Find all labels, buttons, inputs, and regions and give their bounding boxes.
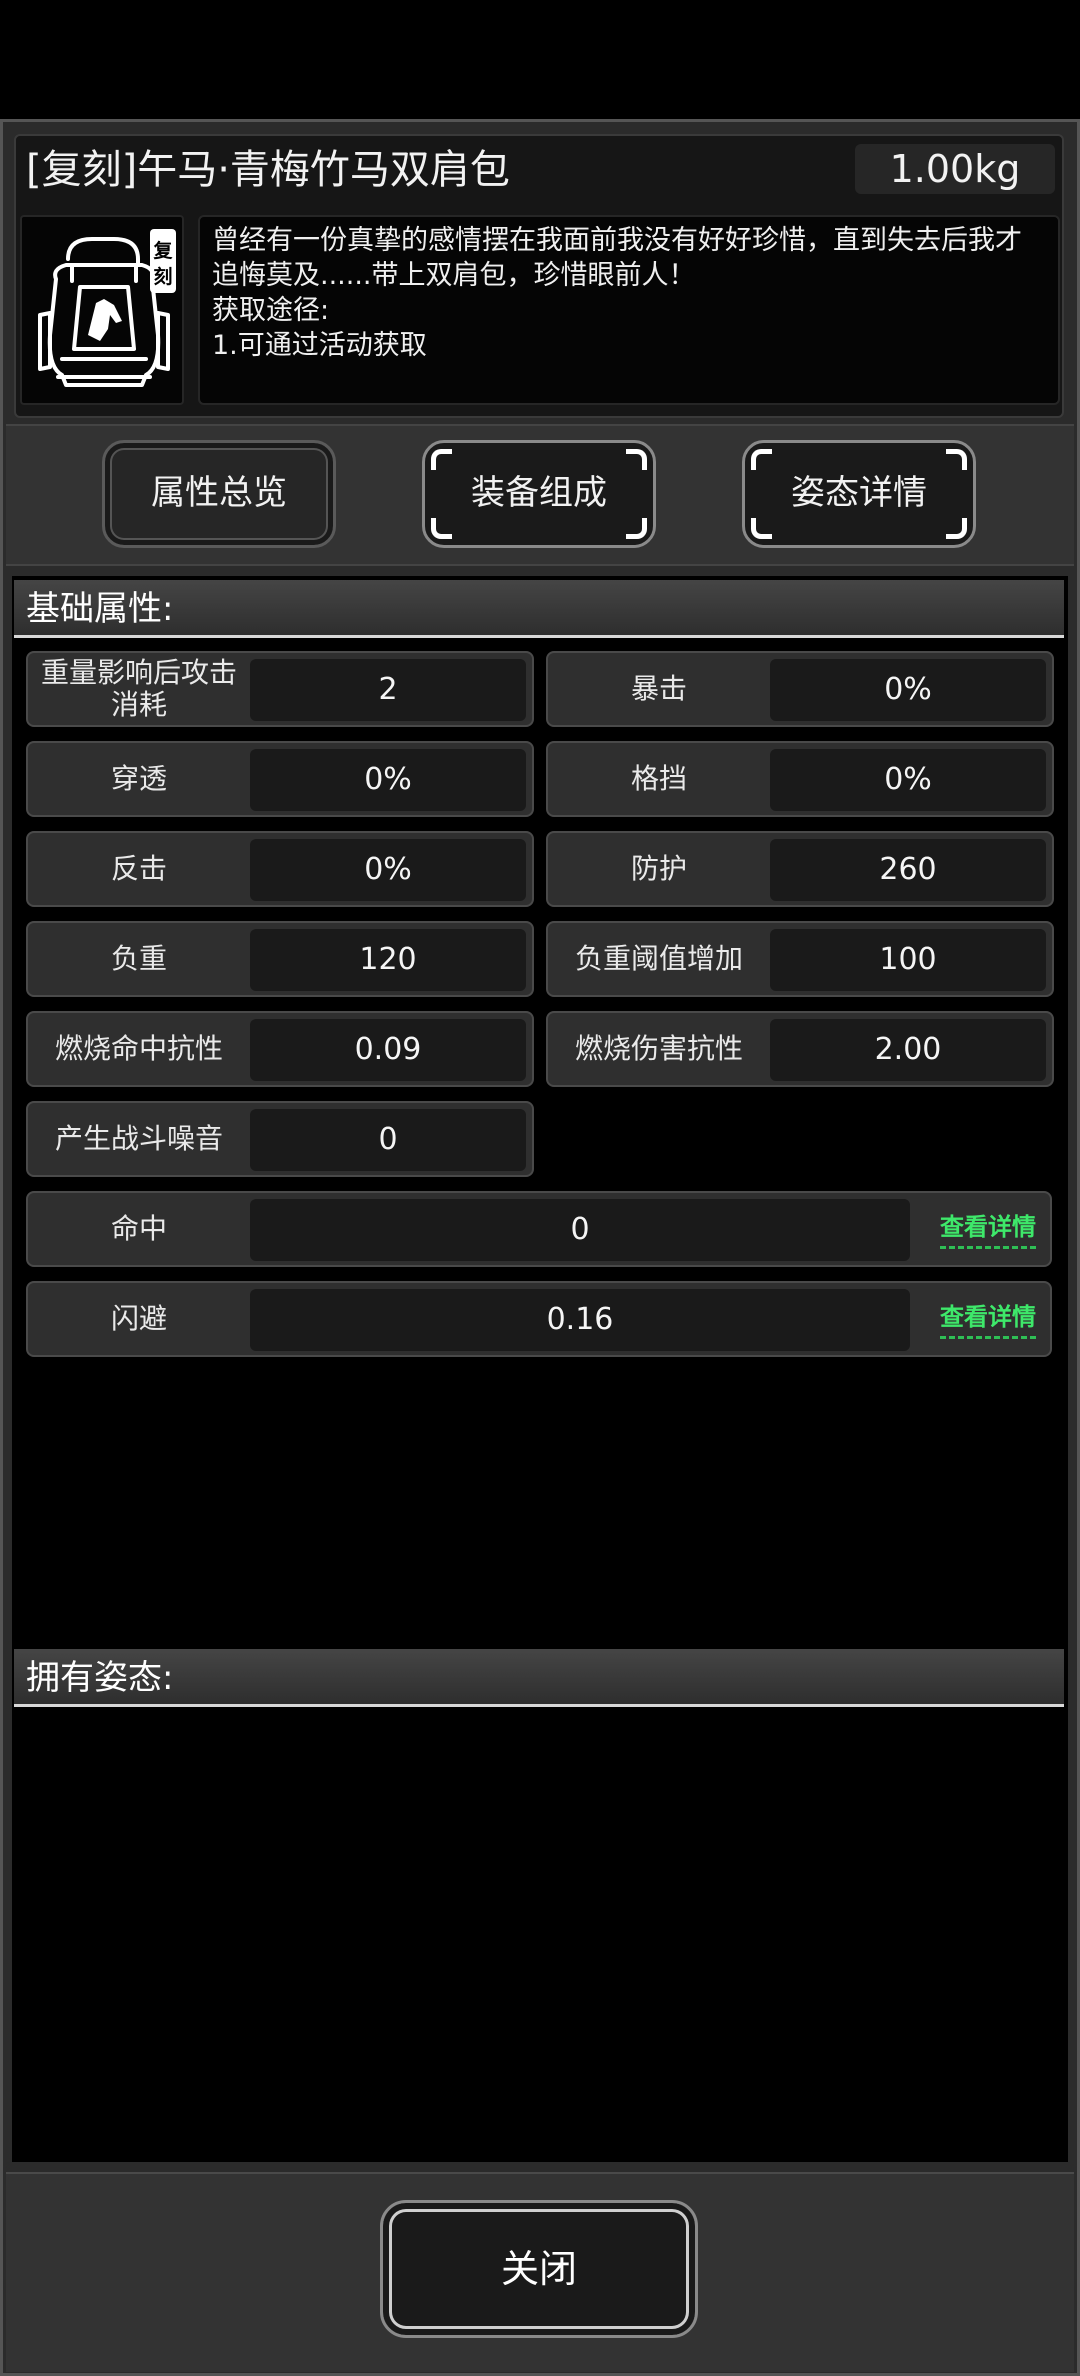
stat-label: 产生战斗噪音 [54, 1122, 223, 1155]
stat-value: 0% [770, 659, 1046, 721]
stances-header: 拥有姿态: [14, 1649, 1064, 1707]
tab-attribute-overview[interactable]: 属性总览 [102, 440, 336, 548]
stat-critical: 暴击 0% [546, 651, 1054, 727]
item-badge-char-1: 复 [152, 239, 173, 262]
stat-penetration: 穿透 0% [26, 741, 534, 817]
stat-counterattack: 反击 0% [26, 831, 534, 907]
stat-label: 格挡 [630, 762, 687, 795]
tab-label: 装备组成 [471, 473, 607, 513]
item-icon-box: 复 刻 [20, 215, 184, 405]
view-details-link-dodge[interactable]: 查看详情 [940, 1297, 1036, 1339]
basic-attributes-header: 基础属性: [14, 580, 1064, 638]
stat-label: 燃烧命中抗性 [54, 1032, 223, 1065]
tab-label: 姿态详情 [791, 473, 927, 513]
stat-value: 0.16 [250, 1289, 910, 1351]
stat-block: 格挡 0% [546, 741, 1054, 817]
stat-dodge: 闪避 0.16 查看详情 [26, 1281, 1052, 1357]
tab-equipment-composition[interactable]: 装备组成 [422, 440, 656, 548]
tab-stance-details[interactable]: 姿态详情 [742, 440, 976, 548]
stat-value: 0% [250, 839, 526, 901]
stat-label: 防护 [630, 852, 687, 885]
stat-label: 燃烧伤害抗性 [574, 1032, 743, 1065]
stat-protection: 防护 260 [546, 831, 1054, 907]
stat-burn-damage-resistance: 燃烧伤害抗性 2.00 [546, 1011, 1054, 1087]
stat-value: 2.00 [770, 1019, 1046, 1081]
stat-label: 负重 [110, 942, 167, 975]
stat-value: 0 [250, 1109, 526, 1171]
stat-value: 100 [770, 929, 1046, 991]
stat-label: 负重阈值增加 [574, 942, 743, 975]
stat-value: 120 [250, 929, 526, 991]
stat-load-threshold: 负重阈值增加 100 [546, 921, 1054, 997]
view-details-link-hit[interactable]: 查看详情 [940, 1207, 1036, 1249]
stat-label: 反击 [110, 852, 167, 885]
stat-value: 0 [250, 1199, 910, 1261]
stat-value: 0.09 [250, 1019, 526, 1081]
stat-label: 穿透 [110, 762, 167, 795]
stat-load: 负重 120 [26, 921, 534, 997]
close-button[interactable]: 关闭 [380, 2200, 698, 2338]
stat-value: 0% [770, 749, 1046, 811]
item-name: [复刻]午马·青梅竹马双肩包 [26, 147, 510, 193]
tab-label: 属性总览 [151, 473, 287, 513]
item-badge-char-2: 刻 [153, 265, 172, 288]
stat-value: 260 [770, 839, 1046, 901]
stat-label: 暴击 [630, 672, 687, 705]
stat-value: 0% [250, 749, 526, 811]
stat-hit: 命中 0 查看详情 [26, 1191, 1052, 1267]
item-description: 曾经有一份真挚的感情摆在我面前我没有好好珍惜，直到失去后我才追悔莫及......… [198, 215, 1060, 405]
stat-combat-noise: 产生战斗噪音 0 [26, 1101, 534, 1177]
stat-value: 2 [250, 659, 526, 721]
item-weight: 1.00kg [855, 144, 1055, 194]
stat-attack-cost: 重量影响后攻击消耗 2 [26, 651, 534, 727]
backpack-icon: 复 刻 [38, 229, 176, 387]
stat-label: 闪避 [110, 1302, 167, 1335]
stat-burn-hit-resistance: 燃烧命中抗性 0.09 [26, 1011, 534, 1087]
stat-label: 重量影响后攻击消耗 [40, 656, 237, 721]
stat-label: 命中 [110, 1212, 167, 1245]
